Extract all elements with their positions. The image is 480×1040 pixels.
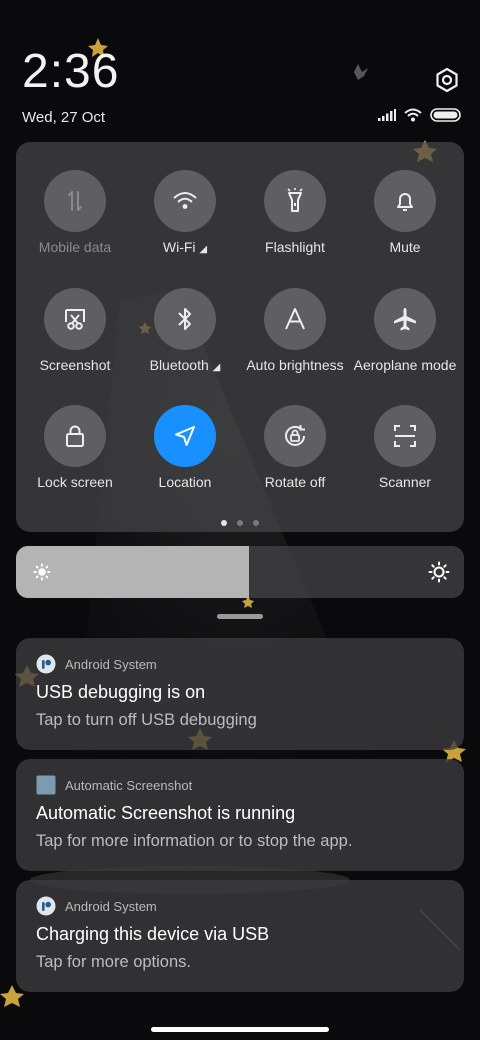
android-system-icon (36, 896, 56, 916)
android-system-icon (36, 654, 56, 674)
tile-wifi[interactable]: Wi-Fi ◢ (130, 170, 240, 255)
tile-label: Aeroplane mode (353, 357, 457, 373)
notification-title: Charging this device via USB (36, 924, 270, 944)
app-name: Android System (65, 656, 157, 672)
notification-automatic-screenshot[interactable]: Automatic Screenshot Automatic Screensho… (16, 759, 464, 871)
page-indicator (16, 520, 464, 526)
lock-icon (44, 405, 106, 467)
expand-triangle-icon: ◢ (199, 244, 208, 255)
tile-scanner[interactable]: Scanner (350, 405, 460, 490)
tile-label: Wi-Fi ◢ (162, 239, 208, 255)
notification-header: Android System (36, 896, 157, 916)
tile-auto-brightness[interactable]: Auto brightness (240, 288, 350, 373)
page-dot[interactable] (237, 520, 243, 526)
tile-label: Screenshot (39, 357, 111, 373)
rotate-lock-icon (264, 405, 326, 467)
auto-brightness-icon (264, 288, 326, 350)
app-name: Android System (65, 898, 157, 914)
airplane-icon (374, 288, 436, 350)
settings-icon[interactable] (433, 66, 461, 94)
tile-screenshot[interactable]: Screenshot (20, 288, 130, 373)
tile-mute[interactable]: Mute (350, 170, 460, 255)
page-dot[interactable] (221, 520, 227, 526)
drag-handle[interactable] (217, 614, 263, 619)
tile-location[interactable]: Location (130, 405, 240, 490)
brightness-slider[interactable] (16, 546, 464, 598)
tile-label: Mute (389, 239, 421, 255)
tile-rotate-off[interactable]: Rotate off (240, 405, 350, 490)
bluetooth-icon (154, 288, 216, 350)
wifi-status-icon (404, 108, 422, 122)
page-dot[interactable] (253, 520, 259, 526)
tile-label: Rotate off (264, 474, 326, 490)
tile-label: Mobile data (38, 239, 112, 255)
expand-triangle-icon: ◢ (212, 362, 221, 373)
notification-title: Automatic Screenshot is running (36, 803, 296, 823)
tile-label: Bluetooth ◢ (149, 357, 221, 373)
notification-charging-usb[interactable]: Android System Charging this device via … (16, 880, 464, 992)
signal-icon (378, 109, 396, 121)
automatic-screenshot-icon (36, 775, 56, 795)
mobile-data-icon (44, 170, 106, 232)
scissors-icon (44, 288, 106, 350)
battery-icon (430, 108, 461, 122)
app-name: Automatic Screenshot (65, 777, 193, 793)
bell-icon (374, 170, 436, 232)
flashlight-icon (264, 170, 326, 232)
notification-body: Tap for more information or to stop the … (36, 832, 353, 850)
scanner-icon (374, 405, 436, 467)
wifi-icon (154, 170, 216, 232)
status-icons (378, 108, 462, 122)
notification-header: Automatic Screenshot (36, 775, 192, 795)
brightness-high-icon (428, 561, 450, 583)
tile-label: Scanner (378, 474, 432, 490)
quick-settings-panel: Mobile data Wi-Fi ◢ Flashlight Mute Scre… (16, 142, 464, 532)
clock: 2:36 (22, 45, 120, 98)
notification-body: Tap for more options. (36, 953, 191, 971)
tile-aeroplane-mode[interactable]: Aeroplane mode (350, 288, 460, 373)
location-arrow-icon (154, 405, 216, 467)
tile-label: Lock screen (37, 474, 113, 490)
date: Wed, 27 Oct (22, 109, 106, 126)
notification-title: USB debugging is on (36, 682, 206, 702)
notification-header: Android System (36, 654, 157, 674)
home-indicator[interactable] (151, 1027, 329, 1032)
notification-usb-debugging[interactable]: Android System USB debugging is on Tap t… (16, 638, 464, 750)
tile-label: Flashlight (265, 239, 325, 255)
tile-mobile-data[interactable]: Mobile data (20, 170, 130, 255)
tile-lock-screen[interactable]: Lock screen (20, 405, 130, 490)
brightness-low-icon (33, 563, 51, 581)
tile-label: Auto brightness (246, 357, 344, 373)
tile-bluetooth[interactable]: Bluetooth ◢ (130, 288, 240, 373)
tile-label: Location (158, 474, 212, 490)
tile-flashlight[interactable]: Flashlight (240, 170, 350, 255)
notification-body: Tap to turn off USB debugging (36, 711, 257, 729)
